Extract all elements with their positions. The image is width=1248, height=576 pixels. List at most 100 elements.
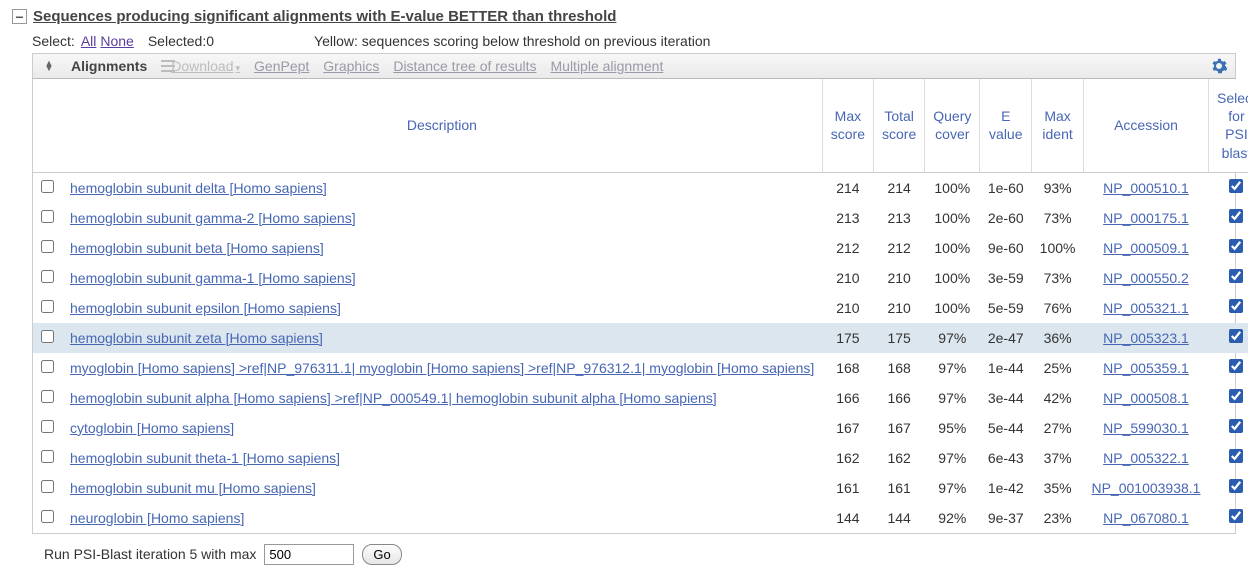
row-select-checkbox[interactable]: [41, 300, 54, 313]
description-link[interactable]: cytoglobin [Homo sapiens]: [70, 420, 234, 436]
psi-select-checkbox[interactable]: [1229, 509, 1243, 523]
psi-select-checkbox[interactable]: [1229, 389, 1243, 403]
psi-select-checkbox[interactable]: [1229, 419, 1243, 433]
selected-count: Selected:0: [148, 33, 214, 49]
psi-select-checkbox[interactable]: [1229, 179, 1243, 193]
col-max-score[interactable]: Max score: [822, 79, 873, 172]
accession-link[interactable]: NP_005322.1: [1103, 450, 1189, 466]
cell-e-value: 9e-60: [980, 233, 1032, 263]
cell-total-score: 214: [874, 172, 925, 203]
table-row: hemoglobin subunit beta [Homo sapiens] 21…: [33, 233, 1248, 263]
distance-tree-link[interactable]: Distance tree of results: [393, 58, 536, 74]
accession-link[interactable]: NP_001003938.1: [1091, 480, 1200, 496]
cell-e-value: 1e-60: [980, 172, 1032, 203]
accession-link[interactable]: NP_000508.1: [1103, 390, 1189, 406]
table-row: hemoglobin subunit gamma-1 [Homo sapiens…: [33, 263, 1248, 293]
description-link[interactable]: hemoglobin subunit zeta [Homo sapiens]: [70, 330, 323, 346]
description-link[interactable]: hemoglobin subunit mu [Homo sapiens]: [70, 480, 316, 496]
cell-total-score: 212: [874, 233, 925, 263]
row-select-checkbox[interactable]: [41, 210, 54, 223]
psi-select-checkbox[interactable]: [1229, 299, 1243, 313]
cell-query-cover: 97%: [925, 473, 980, 503]
accession-link[interactable]: NP_000510.1: [1103, 180, 1189, 196]
accession-link[interactable]: NP_005359.1: [1103, 360, 1189, 376]
psi-select-checkbox[interactable]: [1229, 479, 1243, 493]
description-link[interactable]: hemoglobin subunit gamma-1 [Homo sapiens…: [70, 270, 356, 286]
row-select-checkbox[interactable]: [41, 240, 54, 253]
col-query-cover[interactable]: Query cover: [925, 79, 980, 172]
description-link[interactable]: hemoglobin subunit delta [Homo sapiens]: [70, 180, 327, 196]
row-select-checkbox[interactable]: [41, 330, 54, 343]
row-select-checkbox[interactable]: [41, 360, 54, 373]
select-all-link[interactable]: All: [81, 33, 97, 49]
cell-e-value: 5e-59: [980, 293, 1032, 323]
accession-link[interactable]: NP_005321.1: [1103, 300, 1189, 316]
accession-link[interactable]: NP_599030.1: [1103, 420, 1189, 436]
description-link[interactable]: hemoglobin subunit epsilon [Homo sapiens…: [70, 300, 341, 316]
description-link[interactable]: hemoglobin subunit alpha [Homo sapiens] …: [70, 390, 717, 406]
cell-total-score: 210: [874, 263, 925, 293]
cell-query-cover: 97%: [925, 353, 980, 383]
cell-max-score: 175: [822, 323, 873, 353]
description-link[interactable]: hemoglobin subunit theta-1 [Homo sapiens…: [70, 450, 340, 466]
cell-query-cover: 97%: [925, 383, 980, 413]
cell-query-cover: 97%: [925, 323, 980, 353]
accession-link[interactable]: NP_005323.1: [1103, 330, 1189, 346]
col-total-score[interactable]: Total score: [874, 79, 925, 172]
cell-max-score: 210: [822, 293, 873, 323]
row-select-checkbox[interactable]: [41, 390, 54, 403]
row-select-checkbox[interactable]: [41, 450, 54, 463]
col-max-ident[interactable]: Max ident: [1032, 79, 1084, 172]
accession-link[interactable]: NP_000509.1: [1103, 240, 1189, 256]
cell-query-cover: 92%: [925, 503, 980, 533]
row-select-checkbox[interactable]: [41, 510, 54, 523]
row-select-checkbox[interactable]: [41, 420, 54, 433]
accession-link[interactable]: NP_000550.2: [1103, 270, 1189, 286]
accession-link[interactable]: NP_067080.1: [1103, 510, 1189, 526]
psi-select-checkbox[interactable]: [1229, 449, 1243, 463]
cell-e-value: 2e-60: [980, 203, 1032, 233]
table-row: hemoglobin subunit zeta [Homo sapiens] 17…: [33, 323, 1248, 353]
description-link[interactable]: neuroglobin [Homo sapiens]: [70, 510, 244, 526]
cell-max-score: 212: [822, 233, 873, 263]
col-description[interactable]: Description: [62, 79, 822, 172]
cell-e-value: 3e-59: [980, 263, 1032, 293]
row-select-checkbox[interactable]: [41, 480, 54, 493]
select-none-link[interactable]: None: [100, 33, 133, 49]
cell-max-ident: 76%: [1032, 293, 1084, 323]
sort-icon[interactable]: ▲▼: [41, 58, 57, 74]
cell-max-score: 162: [822, 443, 873, 473]
psi-select-checkbox[interactable]: [1229, 209, 1243, 223]
psi-select-checkbox[interactable]: [1229, 359, 1243, 373]
psi-select-checkbox[interactable]: [1229, 239, 1243, 253]
select-label: Select:: [32, 33, 75, 49]
download-link[interactable]: Download▾: [171, 58, 240, 74]
table-row: neuroglobin [Homo sapiens]14414492%9e-37…: [33, 503, 1248, 533]
psi-select-checkbox[interactable]: [1229, 329, 1243, 343]
col-select-psi[interactable]: Select for PSI blast: [1208, 79, 1248, 172]
graphics-link[interactable]: Graphics: [323, 58, 379, 74]
table-row: hemoglobin subunit theta-1 [Homo sapiens…: [33, 443, 1248, 473]
description-link[interactable]: hemoglobin subunit beta [Homo sapiens]: [70, 240, 324, 256]
cell-max-score: 161: [822, 473, 873, 503]
gear-icon[interactable]: [1211, 58, 1227, 77]
go-button[interactable]: Go: [362, 544, 401, 565]
cell-query-cover: 100%: [925, 263, 980, 293]
multiple-alignment-link[interactable]: Multiple alignment: [551, 58, 664, 74]
threshold-note: Yellow: sequences scoring below threshol…: [314, 33, 710, 49]
cell-max-score: 168: [822, 353, 873, 383]
cell-total-score: 168: [874, 353, 925, 383]
description-link[interactable]: myoglobin [Homo sapiens] >ref|NP_976311.…: [70, 360, 814, 376]
alignments-tab[interactable]: Alignments: [71, 58, 147, 74]
col-e-value[interactable]: E value: [980, 79, 1032, 172]
psi-select-checkbox[interactable]: [1229, 269, 1243, 283]
psi-max-input[interactable]: [264, 544, 354, 565]
accession-link[interactable]: NP_000175.1: [1103, 210, 1189, 226]
col-accession[interactable]: Accession: [1083, 79, 1208, 172]
description-link[interactable]: hemoglobin subunit gamma-2 [Homo sapiens…: [70, 210, 356, 226]
cell-total-score: 175: [874, 323, 925, 353]
row-select-checkbox[interactable]: [41, 270, 54, 283]
row-select-checkbox[interactable]: [41, 180, 54, 193]
collapse-section-button[interactable]: −: [12, 9, 27, 24]
genpept-link[interactable]: GenPept: [254, 58, 309, 74]
